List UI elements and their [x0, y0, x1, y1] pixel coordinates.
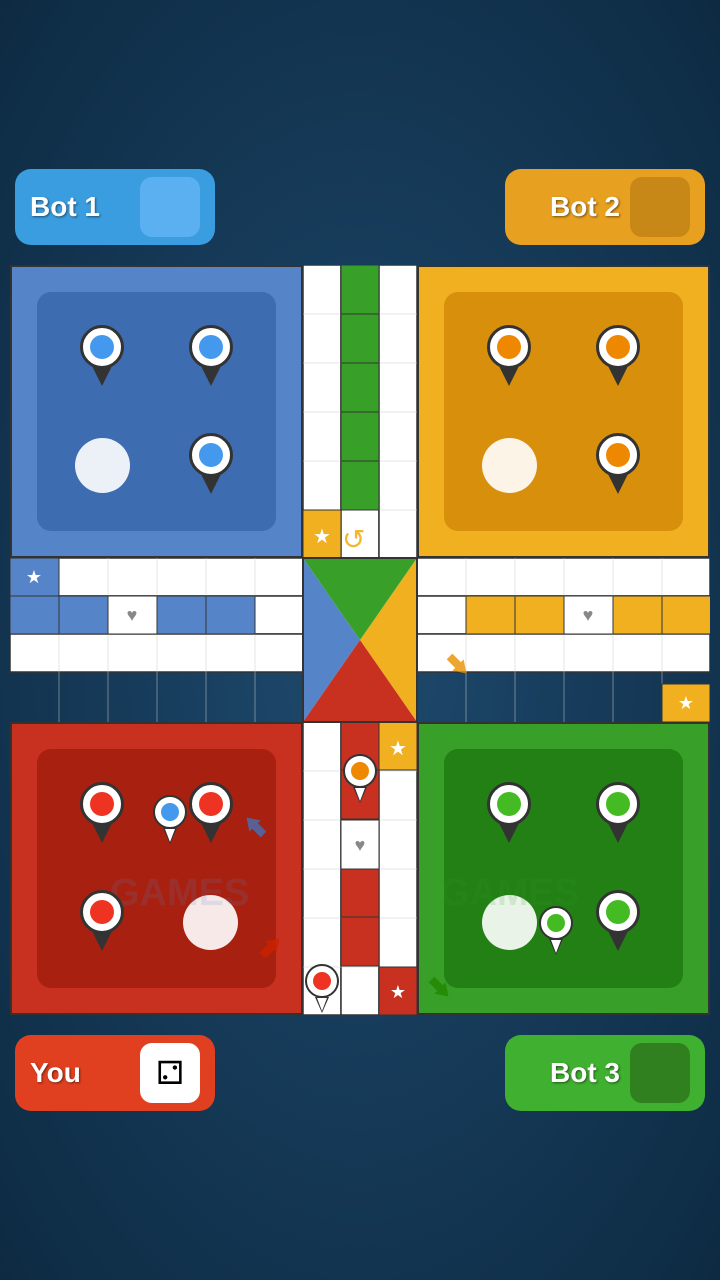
you-label: You — [30, 1057, 130, 1089]
blue-token-3 — [55, 419, 150, 514]
top-player-bar: Bot 1 Bot 2 — [0, 159, 720, 255]
you-button[interactable]: You ⚁ — [15, 1035, 215, 1111]
blue-token-1[interactable] — [55, 310, 150, 405]
green-token-3 — [462, 876, 557, 971]
bot2-token-box — [630, 177, 690, 237]
bot3-token-box — [630, 1043, 690, 1103]
bot2-label: Bot 2 — [520, 191, 620, 223]
dice-icon: ⚁ — [156, 1054, 184, 1092]
home-red-inner — [37, 749, 276, 988]
home-blue-inner — [37, 292, 276, 531]
svg-text:♥: ♥ — [127, 605, 138, 625]
svg-text:★: ★ — [313, 526, 331, 548]
green-token-1[interactable] — [462, 767, 557, 862]
bot1-token-box — [140, 177, 200, 237]
blue-token-2[interactable] — [164, 310, 259, 405]
yellow-token-1[interactable] — [462, 310, 557, 405]
home-red — [10, 722, 303, 1015]
home-blue — [10, 265, 303, 558]
blue-token-4[interactable] — [164, 419, 259, 514]
red-token-2[interactable] — [164, 767, 259, 862]
green-token-4[interactable] — [571, 876, 666, 971]
red-token-4 — [164, 876, 259, 971]
red-token-3[interactable] — [55, 876, 150, 971]
yellow-token-3 — [462, 419, 557, 514]
green-token-2[interactable] — [571, 767, 666, 862]
svg-text:♥: ♥ — [355, 835, 366, 855]
home-yellow — [417, 265, 710, 558]
svg-text:★: ★ — [678, 693, 694, 713]
bot3-button[interactable]: Bot 3 — [505, 1035, 705, 1111]
svg-text:★: ★ — [389, 738, 407, 760]
home-yellow-inner — [444, 292, 683, 531]
red-token-1[interactable] — [55, 767, 150, 862]
bot2-button[interactable]: Bot 2 — [505, 169, 705, 245]
bot1-button[interactable]: Bot 1 — [15, 169, 215, 245]
board-container: ★ ★ ♥ ♥ ♥ — [0, 255, 720, 1025]
ludo-board[interactable]: ★ ★ ♥ ♥ ♥ — [10, 265, 710, 1015]
dice-box[interactable]: ⚁ — [140, 1043, 200, 1103]
bot1-label: Bot 1 — [30, 191, 130, 223]
yellow-token-4[interactable] — [571, 419, 666, 514]
home-green-inner — [444, 749, 683, 988]
bottom-player-bar: You ⚁ Bot 3 — [0, 1025, 720, 1121]
svg-text:★: ★ — [390, 982, 406, 1002]
svg-text:↺: ↺ — [342, 524, 365, 555]
svg-text:★: ★ — [26, 567, 42, 587]
bot3-label: Bot 3 — [520, 1057, 620, 1089]
home-green — [417, 722, 710, 1015]
svg-text:♥: ♥ — [583, 605, 594, 625]
yellow-token-2[interactable] — [571, 310, 666, 405]
